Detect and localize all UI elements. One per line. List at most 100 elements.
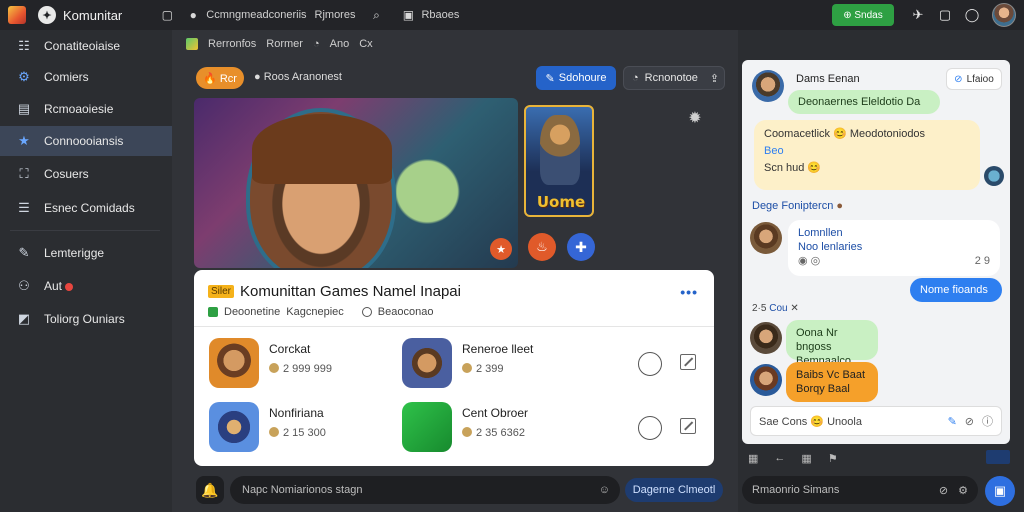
compass-icon[interactable]: ✦ xyxy=(38,6,56,24)
sidebar-item-8[interactable]: ⚇ Aut xyxy=(0,271,172,301)
hero-banner[interactable] xyxy=(194,98,518,268)
card-title: Siler Komunittan Games Namel Inapai xyxy=(208,283,461,300)
breadcrumb-item[interactable]: Rormer xyxy=(266,38,303,50)
sidebar-item-label: Connoooiansis xyxy=(44,134,124,148)
section-label[interactable]: Rjmores xyxy=(315,9,356,21)
favorite-icon[interactable]: ★ xyxy=(490,238,512,260)
game-name: Corckat xyxy=(269,342,311,356)
message-input[interactable]: Rmaonrio Simans ⊘ ⚙ xyxy=(742,476,978,504)
game-cover-thumb[interactable]: Uome xyxy=(524,105,594,217)
chat-header-button[interactable]: ⊘ Lfaioo xyxy=(946,68,1002,90)
info-icon[interactable]: ⓘ xyxy=(982,413,993,429)
avatar[interactable] xyxy=(750,322,782,354)
chat-panel: Dams Eenan ⊘ Lfaioo Deonaernes Eleldotio … xyxy=(742,60,1010,444)
select-radio[interactable] xyxy=(638,416,662,440)
status-dot-icon: ● xyxy=(189,8,197,22)
card-divider xyxy=(194,326,714,327)
avatar[interactable] xyxy=(750,364,782,396)
emoji-icon: ● xyxy=(836,200,844,212)
message-input-placeholder: Rmaonrio Simans xyxy=(752,484,840,496)
attach-icon[interactable]: ⊘ xyxy=(965,415,974,428)
flag-icon[interactable]: ⚑ xyxy=(828,452,838,465)
panel-toolbar: ▦ ← ▦ ⚑ xyxy=(748,452,838,465)
toggle-icon[interactable] xyxy=(986,450,1010,464)
game-name: Nonfiriana xyxy=(269,406,324,420)
sidebar-item-2[interactable]: ⚙ Comiers xyxy=(0,62,172,92)
message-line: Noo lenlaries xyxy=(798,241,863,253)
chat-icon[interactable]: ▢ xyxy=(160,8,174,22)
grid-icon: ☷ xyxy=(18,38,30,53)
chat-input[interactable]: Sae Cons 😊 Unoola ✎ ⊘ ⓘ xyxy=(750,406,1002,436)
list-item[interactable]: Corckat 2 999 999 xyxy=(209,338,332,388)
settings-icon[interactable]: ⚙ xyxy=(958,484,968,497)
filter-pill[interactable]: 🔥 Rcr xyxy=(196,67,244,89)
message-bubble: Lomnllen Noo lenlaries ◉ ◎ 2 9 xyxy=(788,220,1000,276)
breadcrumb-item[interactable]: Cx xyxy=(359,38,372,50)
sidebar-item-5[interactable]: ⛶ Cosuers xyxy=(0,159,172,189)
secondary-button[interactable]: ◔ Rcnonotoe ⇪ xyxy=(623,66,725,90)
gear-icon[interactable]: ✹ xyxy=(686,109,704,127)
close-icon[interactable]: ✕ xyxy=(790,303,798,314)
message-line: Oona Nr bngoss xyxy=(796,327,838,353)
people-icon: ⚇ xyxy=(18,278,30,293)
pen-icon[interactable]: ✎ xyxy=(948,415,957,428)
sidebar-item-label: Esnec Comidads xyxy=(44,201,135,215)
globe-icon[interactable]: ◯ xyxy=(964,7,980,23)
game-avatar xyxy=(402,402,452,452)
edit-icon[interactable] xyxy=(680,354,696,370)
send-button[interactable]: ▣ xyxy=(985,476,1015,506)
add-button[interactable]: ⊕ Sndas xyxy=(832,4,894,26)
card-title-text: Komunittan Games Namel Inapai xyxy=(240,283,461,300)
back-icon[interactable]: ← xyxy=(774,452,785,465)
game-avatar xyxy=(402,338,452,388)
app-title: Komunitar xyxy=(63,7,123,23)
card-sub-a: Deoonetine xyxy=(224,306,281,318)
search-input[interactable]: Napc Nomiarionos stagn ☺ xyxy=(230,476,620,504)
sidebar-item-1[interactable]: ☷ Conatiteoiaise xyxy=(0,31,172,61)
grid-icon[interactable]: ▣ xyxy=(401,8,415,22)
sidebar-item-4[interactable]: ★ Connoooiansis xyxy=(0,126,172,156)
game-avatar xyxy=(209,402,259,452)
bell-icon[interactable]: 🔔 xyxy=(196,476,224,504)
edit-icon: ✎ xyxy=(545,72,555,85)
message-bubble: Baibs Vc Baat Borqy Baal xyxy=(786,362,878,402)
nav-label[interactable]: Rbaoes xyxy=(421,9,459,21)
search-icon[interactable]: ⌕ xyxy=(369,8,383,22)
avatar[interactable] xyxy=(984,166,1004,186)
primary-button[interactable]: ✎ Sdohoure xyxy=(536,66,616,90)
breadcrumb-item[interactable]: Ano xyxy=(330,38,350,50)
hero-hair-image xyxy=(252,114,392,184)
message-meta: ◉ ◎ 2 9 xyxy=(798,254,990,270)
sidebar-item-3[interactable]: ▤ Rcmoaoiesie xyxy=(0,94,172,124)
list-item[interactable]: Nonfiriana 2 15 300 xyxy=(209,402,326,452)
message-line: Lomnllen xyxy=(798,227,843,239)
avatar[interactable] xyxy=(752,70,784,102)
avatar[interactable] xyxy=(992,3,1016,27)
list-item[interactable]: Reneroe lleet 2 399 xyxy=(402,338,533,388)
window-icon[interactable]: ▢ xyxy=(937,7,953,23)
plus-icon[interactable]: ✚ xyxy=(567,233,595,261)
sidebar-item-6[interactable]: ☰ Esnec Comidads xyxy=(0,193,172,223)
clock-icon: ◔ xyxy=(632,72,639,84)
primary-button-label: Sdohoure xyxy=(558,72,607,84)
message-count: 2 9 xyxy=(974,255,990,267)
avatar[interactable] xyxy=(750,222,782,254)
select-radio[interactable] xyxy=(638,352,662,376)
sidebar-item-7[interactable]: ✎ Lemterigge xyxy=(0,238,172,268)
secondary-button-label: Rcnonotoe xyxy=(644,72,698,84)
list-item[interactable]: Cent Obroer 2 35 6362 xyxy=(402,402,528,452)
flame-icon[interactable]: ♨ xyxy=(528,233,556,261)
emoji-icon[interactable]: ☺ xyxy=(599,484,610,496)
edit-icon[interactable] xyxy=(680,418,696,434)
grid-icon[interactable]: ▦ xyxy=(801,452,811,465)
pin-icon[interactable]: ✈ xyxy=(910,7,926,23)
more-icon[interactable]: ••• xyxy=(680,284,698,300)
sidebar-item-9[interactable]: ◩ Toliorg Ouniars xyxy=(0,304,172,334)
submit-button[interactable]: Dagerne Clmeotl xyxy=(625,478,723,502)
breadcrumb-item[interactable]: Rerronfos xyxy=(208,38,256,50)
sidebar-item-label-text: Aut xyxy=(44,279,63,293)
grid-icon[interactable]: ▦ xyxy=(748,452,758,465)
breadcrumb-text: Ccmngmeadconeriis xyxy=(206,9,307,21)
attach-icon[interactable]: ⊘ xyxy=(939,484,948,497)
game-name: Cent Obroer xyxy=(462,406,529,420)
